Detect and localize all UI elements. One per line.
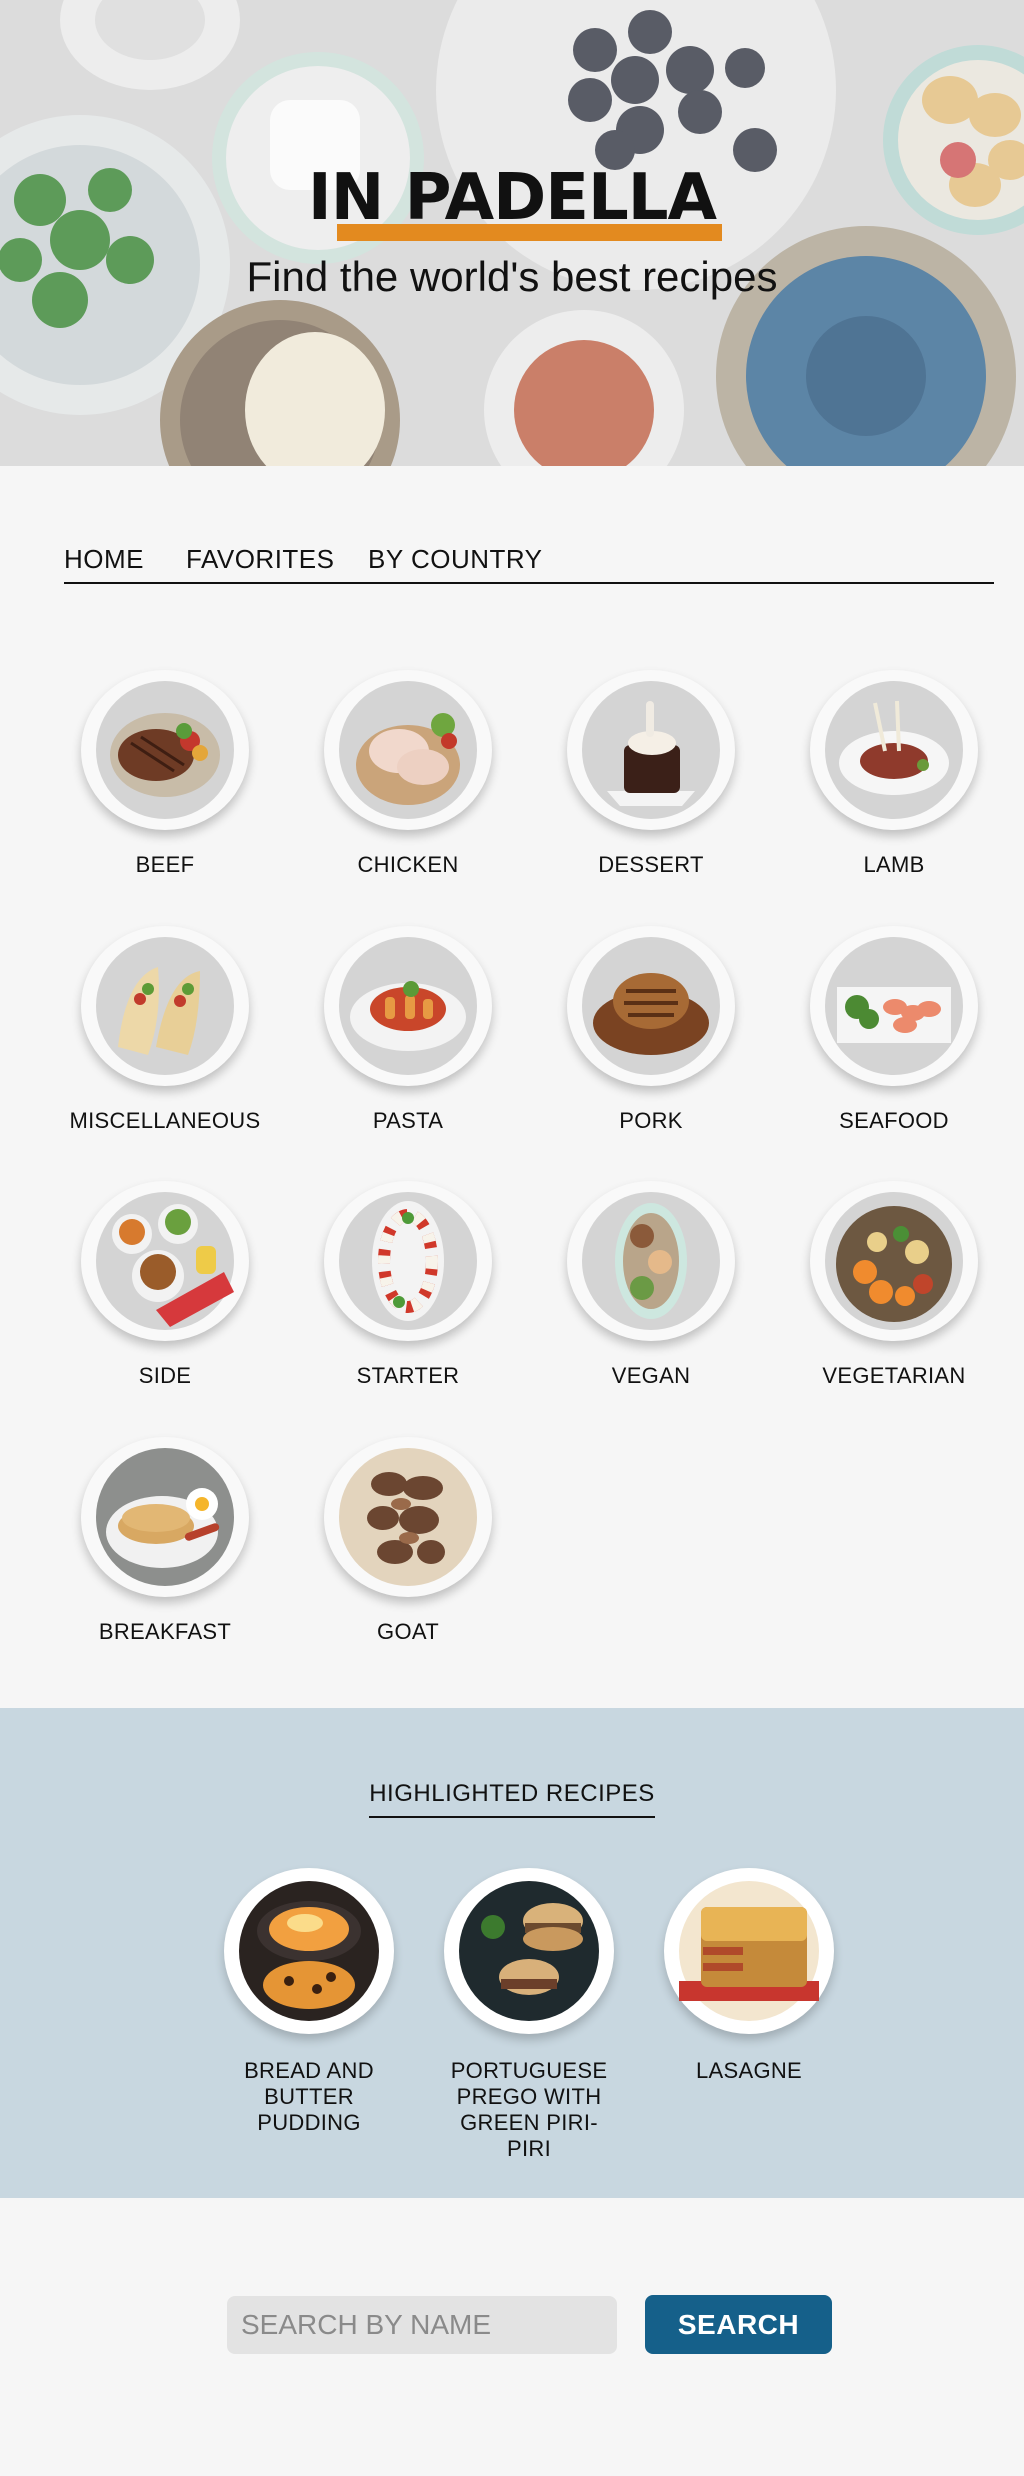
category-vegetarian[interactable]: VEGETARIAN <box>784 1181 1004 1389</box>
search-button[interactable]: SEARCH <box>645 2295 832 2354</box>
seafood-dish-icon <box>825 937 963 1075</box>
chicken-dish-icon <box>339 681 477 819</box>
category-image-ring[interactable] <box>324 1181 492 1341</box>
highlight-image-ring[interactable] <box>444 1868 614 2034</box>
category-image-ring[interactable] <box>567 1181 735 1341</box>
category-label: BEEF <box>135 852 195 877</box>
highlight-recipe-label: LASAGNE <box>695 2058 803 2083</box>
category-label: PASTA <box>372 1108 444 1133</box>
category-pork[interactable]: PORK <box>541 926 761 1134</box>
category-image-ring[interactable] <box>81 670 249 830</box>
highlight-recipe-label: PORTUGUESE PREGO WITH GREEN PIRI-PIRI <box>450 2058 608 2161</box>
category-image-ring[interactable] <box>810 1181 978 1341</box>
starter-dish-icon <box>339 1192 477 1330</box>
category-label: SIDE <box>138 1363 192 1388</box>
category-vegan[interactable]: VEGAN <box>541 1181 761 1389</box>
category-image-ring[interactable] <box>81 1181 249 1341</box>
highlighted-recipes-section: HIGHLIGHTED RECIPES BREAD AND BUTTER PUD… <box>0 1708 1024 2198</box>
goat-dish-icon <box>339 1448 477 1586</box>
category-label: PORK <box>619 1108 683 1133</box>
category-label: BREAKFAST <box>98 1619 232 1644</box>
highlight-image-ring[interactable] <box>664 1868 834 2034</box>
category-image-ring[interactable] <box>324 926 492 1086</box>
category-image-ring[interactable] <box>81 1437 249 1597</box>
category-label: VEGETARIAN <box>822 1363 966 1388</box>
category-label: GOAT <box>377 1619 439 1644</box>
beef-dish-icon <box>96 681 234 819</box>
category-label: SEAFOOD <box>839 1108 949 1133</box>
hero-tagline: Find the world's best recipes <box>246 253 778 300</box>
highlight-image-ring[interactable] <box>224 1868 394 2034</box>
category-label: VEGAN <box>611 1363 691 1388</box>
breakfast-dish-icon <box>96 1448 234 1586</box>
vegetarian-dish-icon <box>825 1192 963 1330</box>
category-seafood[interactable]: SEAFOOD <box>784 926 1004 1134</box>
highlighted-recipes-title: HIGHLIGHTED RECIPES <box>0 1780 1024 1818</box>
highlight-recipe-bread-pudding[interactable]: BREAD AND BUTTER PUDDING <box>199 1868 419 2136</box>
category-label: MISCELLANEOUS <box>69 1108 261 1133</box>
category-label: DESSERT <box>598 852 704 877</box>
main-nav: HOME FAVORITES BY COUNTRY <box>64 540 994 584</box>
category-pasta[interactable]: PASTA <box>298 926 518 1134</box>
tacos-dish-icon <box>96 937 234 1075</box>
search-input[interactable] <box>227 2296 617 2354</box>
category-goat[interactable]: GOAT <box>298 1437 518 1645</box>
category-chicken[interactable]: CHICKEN <box>298 670 518 878</box>
category-side[interactable]: SIDE <box>55 1181 275 1389</box>
category-beef[interactable]: BEEF <box>55 670 275 878</box>
category-image-ring[interactable] <box>567 926 735 1086</box>
highlight-recipe-lasagne[interactable]: LASAGNE <box>639 1868 859 2084</box>
prego-sandwich-icon <box>459 1881 599 2021</box>
nav-by-country[interactable]: BY COUNTRY <box>368 544 543 575</box>
category-starter[interactable]: STARTER <box>298 1181 518 1389</box>
category-label: STARTER <box>356 1363 460 1388</box>
site-logo[interactable]: IN PADELLA <box>0 166 1024 230</box>
nav-favorites[interactable]: FAVORITES <box>186 544 335 575</box>
category-dessert[interactable]: DESSERT <box>541 670 761 878</box>
pasta-dish-icon <box>339 937 477 1075</box>
category-lamb[interactable]: LAMB <box>784 670 1004 878</box>
side-dish-icon <box>96 1192 234 1330</box>
lamb-dish-icon <box>825 681 963 819</box>
hero-banner: IN PADELLA Find the world's best recipes <box>0 0 1024 466</box>
nav-home[interactable]: HOME <box>64 544 144 575</box>
vegan-dish-icon <box>582 1192 720 1330</box>
category-image-ring[interactable] <box>810 926 978 1086</box>
highlight-recipe-prego[interactable]: PORTUGUESE PREGO WITH GREEN PIRI-PIRI <box>419 1868 639 2162</box>
category-image-ring[interactable] <box>324 670 492 830</box>
category-image-ring[interactable] <box>567 670 735 830</box>
lasagne-icon <box>679 1881 819 2021</box>
category-label: LAMB <box>863 852 925 877</box>
pork-dish-icon <box>582 937 720 1075</box>
category-image-ring[interactable] <box>81 926 249 1086</box>
dessert-dish-icon <box>582 681 720 819</box>
category-image-ring[interactable] <box>324 1437 492 1597</box>
category-miscellaneous[interactable]: MISCELLANEOUS <box>55 926 275 1134</box>
category-image-ring[interactable] <box>810 670 978 830</box>
highlighted-recipes-heading: HIGHLIGHTED RECIPES <box>369 1780 655 1818</box>
highlight-recipe-label: BREAD AND BUTTER PUDDING <box>244 2058 374 2135</box>
category-label: CHICKEN <box>357 852 459 877</box>
category-breakfast[interactable]: BREAKFAST <box>55 1437 275 1645</box>
bread-pudding-icon <box>239 1881 379 2021</box>
